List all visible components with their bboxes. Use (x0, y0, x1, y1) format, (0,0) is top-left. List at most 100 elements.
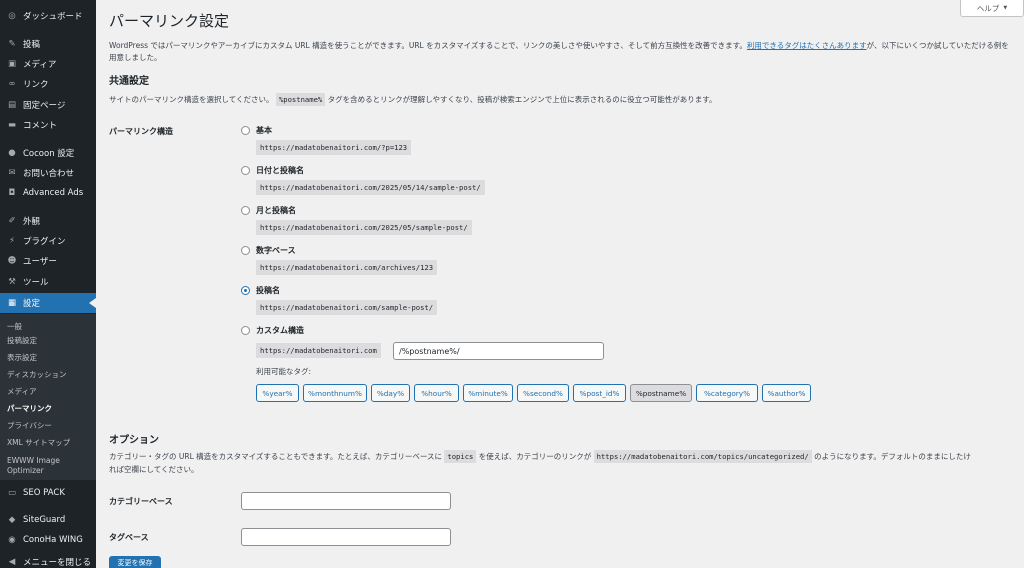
sidebar-item-settings[interactable]: ▦ 設定 (0, 293, 96, 313)
sidebar-item-mail[interactable]: ✉ お問い合わせ (0, 163, 96, 183)
link-icon: ∞ (8, 79, 16, 89)
permalink-option-label[interactable]: 基本 (256, 125, 272, 136)
sidebar-item-label: 固定ページ (23, 101, 66, 111)
sidebar-item-label: ツール (23, 278, 49, 288)
permalink-option-radio[interactable] (241, 126, 250, 135)
tag-button[interactable]: %hour% (414, 384, 459, 402)
permalink-option-label[interactable]: カスタム構造 (256, 325, 304, 336)
permalink-option-radio[interactable] (241, 206, 250, 215)
tag-base-input[interactable] (241, 528, 451, 546)
permalink-option-example: https://madatobenaitori.com (256, 343, 381, 358)
options-description-line1: カテゴリー・タグの URL 構造をカスタマイズすることもできます。たとえば、カテ… (109, 450, 1014, 463)
permalink-option-radio[interactable] (241, 326, 250, 335)
options-desc-3: のようになります。デフォルトのままにしたけ (814, 452, 971, 461)
sidebar-item-label: 外観 (23, 217, 41, 227)
custom-structure-input[interactable] (393, 342, 604, 360)
tag-button[interactable]: %second% (517, 384, 569, 402)
tag-button[interactable]: %minute% (463, 384, 513, 402)
media-icon: ▣ (7, 59, 17, 69)
category-base-input[interactable] (241, 492, 451, 510)
user-icon: ☻ (7, 256, 17, 266)
sidebar-item-link[interactable]: ∞ リンク (0, 74, 96, 94)
topics-code: topics (444, 450, 477, 463)
sidebar-item-cocoon[interactable]: ● Cocoon 設定 (0, 143, 96, 163)
submenu-item[interactable]: 表示設定 (7, 353, 93, 363)
sidebar-item-label: ユーザー (23, 257, 57, 267)
sidebar-item-pin[interactable]: ✎ 投稿 (0, 34, 96, 54)
sidebar-item-media[interactable]: ▣ メディア (0, 54, 96, 74)
tag-button[interactable]: %day% (371, 384, 410, 402)
sidebar-item-label: ConoHa WING (23, 535, 83, 545)
permalink-option-example: https://madatobenaitori.com/sample-post/ (256, 300, 438, 315)
ads-icon: ◘ (8, 188, 16, 198)
sidebar-item-label: ダッシュボード (23, 12, 83, 22)
permalink-option-label[interactable]: 数字ベース (256, 245, 296, 256)
settings-submenu: 一般投稿設定表示設定ディスカッション メディアパーマリンク プライバシー XML サイ… (0, 314, 96, 480)
category-base-label: カテゴリーベース (109, 497, 173, 506)
tag-base-label: タグベース (109, 533, 149, 542)
sidebar-item-seo-pack[interactable]: ▭ SEO PACK (0, 483, 96, 503)
collapse-menu-icon: ◀ (8, 557, 16, 567)
submenu-item[interactable]: 一般 (7, 322, 93, 332)
mail-icon: ✉ (8, 168, 16, 178)
help-button-label: ヘルプ (976, 3, 1000, 13)
submenu-item[interactable]: パーマリンク (7, 404, 93, 414)
sidebar-item-user[interactable]: ☻ ユーザー (0, 251, 96, 271)
tag-button[interactable]: %monthnum% (303, 384, 367, 402)
available-tags-label: 利用可能なタグ: (256, 367, 312, 376)
sidebar-item-page[interactable]: ▤ 固定ページ (0, 95, 96, 115)
tag-button[interactable]: %postname% (630, 384, 692, 402)
sidebar-item-wrench[interactable]: ⚒ ツール (0, 272, 96, 292)
sidebar-item-dashboard[interactable]: ◎ ダッシュボード (0, 6, 96, 26)
submenu-item[interactable]: XML サイトマップ (7, 438, 93, 448)
sidebar-item-ads[interactable]: ◘ Advanced Ads (0, 183, 96, 203)
sidebar-item-label: Advanced Ads (23, 188, 84, 198)
sidebar-item-label: コメント (23, 121, 58, 131)
caret-down-icon: ▼ (1003, 5, 1008, 11)
permalink-option-label[interactable]: 日付と投稿名 (256, 165, 304, 176)
submenu-item[interactable]: メディア (7, 387, 93, 397)
page-title: パーマリンク設定 (109, 12, 230, 30)
permalink-option-example: https://madatobenaitori.com/2025/05/14/s… (256, 180, 485, 195)
sidebar-item-label: 設定 (23, 299, 41, 309)
sidebar-separator (0, 504, 96, 505)
options-heading: オプション (109, 435, 159, 446)
tag-button[interactable]: %author% (762, 384, 811, 402)
permalink-option-radio[interactable] (241, 246, 250, 255)
submenu-item[interactable]: EWWW Image Optimizer (7, 456, 93, 476)
sidebar-item-collapse-menu[interactable]: ◀ メニューを閉じる (0, 552, 96, 568)
tag-button[interactable]: %year% (256, 384, 299, 402)
common-desc-after: タグを含めるとリンクが理解しやすくなり、投稿が検索エンジンで上位に表示されるのに… (325, 95, 717, 104)
page-icon: ▤ (7, 100, 17, 110)
sidebar-item-conoha[interactable]: ◉ ConoHa WING (0, 530, 96, 550)
permalink-option-label[interactable]: 月と投稿名 (256, 205, 296, 216)
permalink-option-label[interactable]: 投稿名 (256, 285, 280, 296)
common-settings-description: サイトのパーマリンク構造を選択してください。 %postname% タグを含める… (109, 93, 1014, 106)
submenu-item[interactable]: プライバシー (7, 421, 93, 431)
sidebar-item-comment[interactable]: ▬ コメント (0, 115, 96, 135)
tag-button[interactable]: %post_id% (573, 384, 626, 402)
common-settings-heading: 共通設定 (109, 76, 149, 87)
tag-button[interactable]: %category% (696, 384, 758, 402)
siteguard-icon: ◆ (8, 515, 16, 525)
submenu-item[interactable]: 投稿設定 (7, 336, 93, 346)
submenu-item[interactable]: ディスカッション (7, 370, 93, 380)
brush-icon: ✐ (8, 216, 16, 226)
save-changes-button[interactable]: 変更を保存 (109, 556, 161, 568)
sidebar-item-plugin[interactable]: ⚡ プラグイン (0, 231, 96, 251)
permalink-option-example: https://madatobenaitori.com/2025/05/samp… (256, 220, 472, 235)
help-button[interactable]: ヘルプ ▼ (960, 0, 1024, 17)
options-desc-1: カテゴリー・タグの URL 構造をカスタマイズすることもできます。たとえば、カテ… (109, 452, 442, 461)
permalink-option-radio[interactable] (241, 286, 250, 295)
cocoon-icon: ● (8, 148, 16, 158)
permalink-option-example: https://madatobenaitori.com/archives/123 (256, 260, 438, 275)
sidebar-item-siteguard[interactable]: ◆ SiteGuard (0, 510, 96, 530)
sidebar-item-brush[interactable]: ✐ 外観 (0, 211, 96, 231)
sidebar-item-label: Cocoon 設定 (23, 149, 75, 159)
intro-text: WordPress ではパーマリンクやアーカイブにカスタム URL 構造を使うこ… (109, 40, 1014, 64)
options-desc-2: を使えば、カテゴリーのリンクが (478, 452, 592, 461)
dashboard-icon: ◎ (8, 11, 16, 21)
available-tags-link[interactable]: 利用できるタグはたくさんあります (747, 41, 867, 50)
permalink-option-radio[interactable] (241, 166, 250, 175)
conoha-icon: ◉ (8, 535, 16, 545)
